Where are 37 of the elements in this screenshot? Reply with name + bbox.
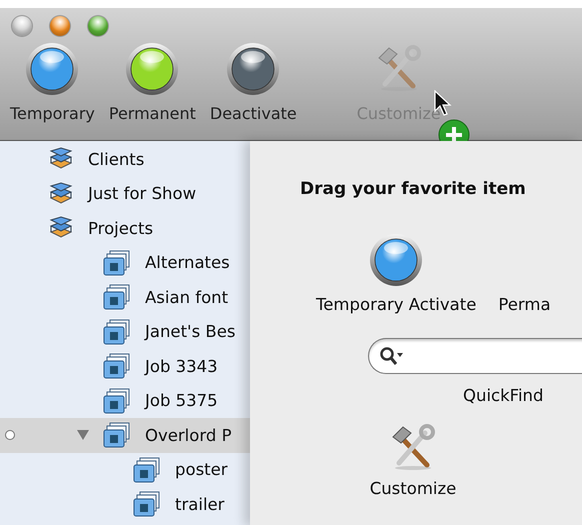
status-dot-icon xyxy=(5,430,15,440)
document-stack-icon xyxy=(103,422,131,448)
toolbar-button[interactable]: Deactivate xyxy=(210,104,297,123)
sidebar-item[interactable]: Job 5375 xyxy=(0,384,250,418)
window-button[interactable] xyxy=(88,16,108,36)
disclosure-triangle-icon[interactable] xyxy=(77,429,89,441)
search-icon xyxy=(379,346,405,366)
sidebar-item[interactable]: Job 3343 xyxy=(0,349,250,384)
document-stack-icon xyxy=(103,388,131,414)
sidebar-item[interactable]: Just for Show xyxy=(0,176,250,211)
sidebar-item[interactable]: trailer xyxy=(0,487,250,522)
sidebar-item[interactable]: Projects xyxy=(0,211,250,246)
document-stack-icon xyxy=(103,284,131,310)
document-stack-icon xyxy=(103,353,131,380)
window-button[interactable] xyxy=(12,16,32,36)
sheet-title: Drag your favorite item xyxy=(300,179,526,199)
toolbar-button[interactable]: Permanent xyxy=(108,104,196,123)
sidebar-item[interactable]: poster xyxy=(0,452,250,487)
document-stack-icon xyxy=(133,456,161,483)
sidebar-item[interactable]: Asian font xyxy=(0,280,250,314)
books-icon xyxy=(48,147,74,172)
toolbar-button[interactable]: Temporary xyxy=(10,104,95,123)
sidebar-item[interactable]: Janet's Bes xyxy=(0,314,250,349)
books-icon xyxy=(48,182,74,206)
palette-item-label[interactable]: Customize xyxy=(370,479,456,498)
sidebar-item[interactable]: Clients xyxy=(0,142,250,176)
sidebar-item[interactable]: Overlord P xyxy=(0,418,250,452)
palette-item-label[interactable]: Temporary Activate xyxy=(316,295,476,314)
document-stack-icon xyxy=(133,491,161,518)
palette-item-label[interactable]: Perma xyxy=(498,295,551,314)
sidebar-item[interactable]: Alternates xyxy=(0,246,250,280)
document-stack-icon xyxy=(103,250,131,276)
palette-item-label[interactable]: QuickFind xyxy=(463,386,582,405)
books-icon xyxy=(48,216,74,240)
document-stack-icon xyxy=(103,318,131,345)
search-field[interactable] xyxy=(368,338,582,374)
window-button[interactable] xyxy=(50,16,70,36)
